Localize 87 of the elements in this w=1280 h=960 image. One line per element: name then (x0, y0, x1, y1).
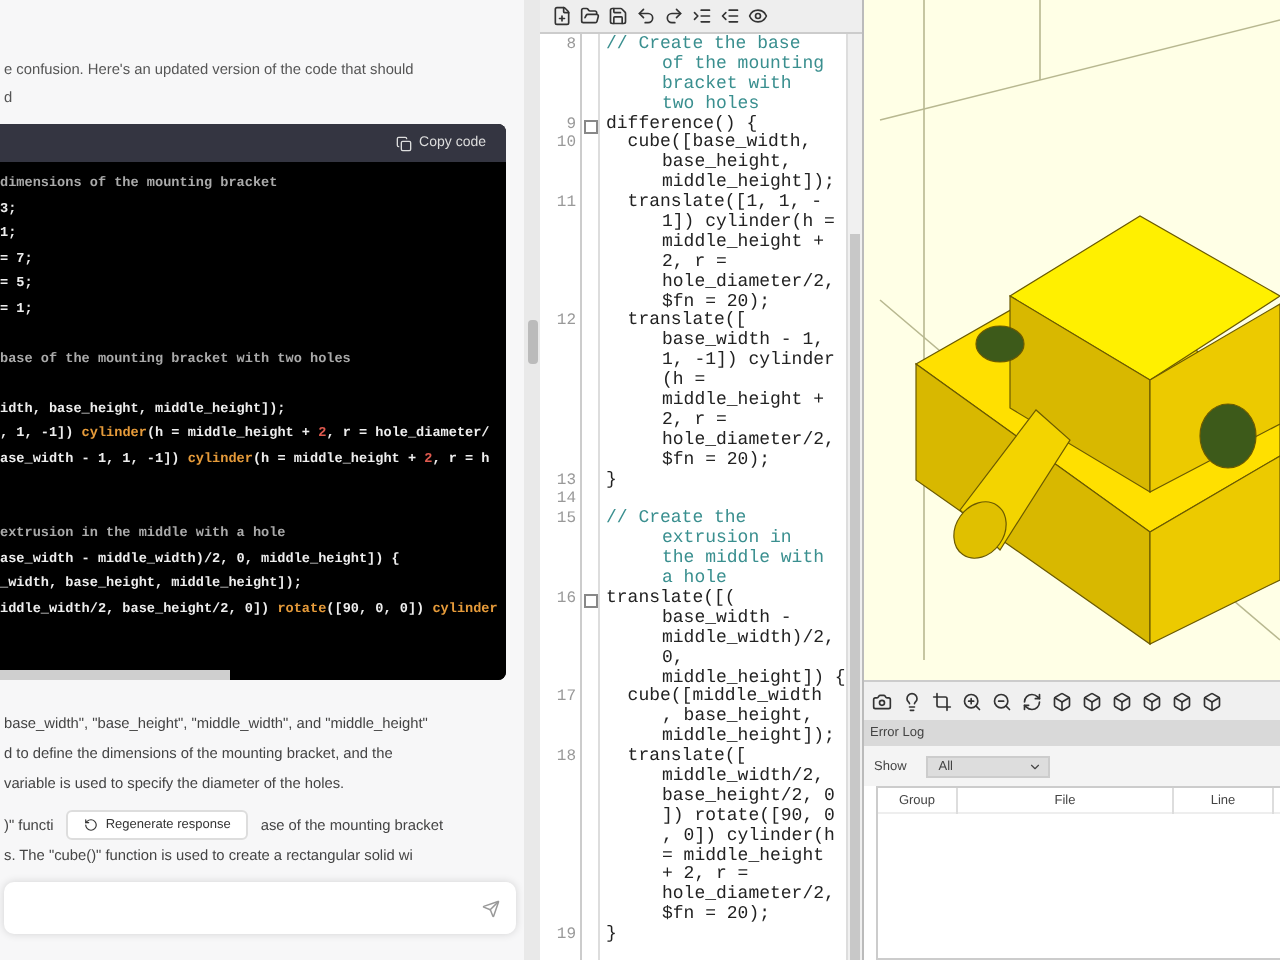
line-number: 8 (564, 36, 578, 56)
cube-icon[interactable] (1172, 691, 1192, 711)
code-line: 1]) cylinder(h = (660, 214, 835, 233)
code-line: $fn = 20); (660, 451, 773, 472)
line-number: 12 (554, 312, 578, 333)
code-line: of the mounting (660, 55, 825, 75)
code-line: cube([base_width, (627, 134, 814, 153)
cube-icon[interactable] (1142, 691, 1162, 711)
code-line: $fn = 20); (660, 906, 773, 927)
code-line: (h = (660, 372, 708, 391)
code-line: middle_height]) { (662, 669, 846, 687)
code-line: 0, (660, 649, 684, 668)
new-file-icon[interactable] (552, 6, 572, 26)
preview-icon[interactable] (748, 6, 768, 26)
indent-icon[interactable] (692, 6, 712, 26)
code-line: cube([middle_width (625, 688, 825, 707)
line-number: 19 (554, 926, 578, 946)
chevron-down-icon (1028, 759, 1043, 773)
code-line: 2, r = (660, 253, 729, 273)
line-number: 15 (554, 510, 578, 531)
code-line: translate([ (625, 748, 749, 767)
code-line: } (606, 926, 617, 946)
code-line: translate([ (625, 312, 749, 331)
message-input-field[interactable] (4, 882, 516, 934)
crop-icon[interactable] (932, 691, 952, 711)
lightbulb-icon[interactable] (902, 691, 922, 711)
code-line: , base_height, (660, 708, 816, 727)
code-line: // Create the base (606, 36, 803, 55)
code-line: middle_height]); (660, 174, 835, 193)
scrollbar-thumb[interactable] (0, 670, 230, 680)
code-line: middle_height]); (660, 728, 835, 747)
code-line: translate([1, 1, - (625, 194, 825, 213)
zoom-in-icon[interactable] (962, 691, 982, 711)
code-line: middle_width/2, (660, 767, 827, 787)
line-number: 10 (554, 134, 578, 155)
code-line: , 0]) cylinder(h (660, 827, 835, 846)
code-line: ]) rotate([90, 0 (660, 807, 835, 827)
camera-icon[interactable] (872, 691, 892, 711)
redo-icon[interactable] (664, 6, 684, 26)
code-line: // Create the (606, 510, 749, 529)
code-line: middle_height + (660, 392, 827, 412)
line-number: 14 (554, 490, 578, 511)
scrollbar-thumb[interactable] (527, 320, 537, 364)
code-line: base_height/2, 0 (660, 787, 835, 807)
line-number: 17 (554, 688, 578, 709)
code-line: middle_width)/2, (660, 629, 837, 650)
code-line: bracket with (660, 75, 794, 95)
fold-marker-icon[interactable] (583, 119, 597, 134)
code-line: two holes (660, 95, 762, 115)
code-line: a hole (660, 570, 729, 589)
code-line: extrusion in (660, 530, 794, 549)
refresh-icon (83, 818, 98, 832)
line-number: 11 (554, 194, 578, 215)
save-icon[interactable] (608, 6, 628, 26)
code-line: hole_diameter/2, (660, 886, 835, 905)
send-icon[interactable] (482, 899, 500, 917)
line-number: 13 (554, 471, 578, 491)
line-number: 9 (564, 115, 578, 135)
code-line: middle_height + (660, 233, 827, 254)
cube-icon[interactable] (1052, 691, 1072, 711)
zoom-out-icon[interactable] (992, 691, 1012, 711)
code-line: 1, -1]) cylinder (660, 352, 835, 371)
cube-icon[interactable] (1202, 691, 1222, 711)
cube-icon[interactable] (1112, 691, 1132, 711)
clipboard-icon (395, 135, 412, 151)
code-line: = middle_height (660, 847, 825, 866)
code-line: hole_diameter/2, (660, 431, 835, 451)
code-line: base_width - (660, 609, 794, 629)
code-line: difference() { (606, 115, 758, 134)
code-line: $fn = 20); (662, 293, 773, 312)
cube-icon[interactable] (1082, 691, 1102, 711)
code-line: hole_diameter/2, (660, 273, 835, 293)
line-number: 18 (554, 748, 578, 768)
code-line: 2, r = (660, 411, 729, 431)
line-number: 16 (554, 589, 578, 610)
code-line: base_width - 1, (660, 332, 827, 351)
code-line: } (606, 471, 617, 491)
reset-view-icon[interactable] (1022, 691, 1042, 711)
code-line: + 2, r = (660, 866, 751, 885)
code-line: base_height, (660, 154, 794, 173)
scrollbar-thumb[interactable] (849, 234, 860, 960)
folder-icon[interactable] (580, 6, 600, 26)
code-line: the middle with (660, 550, 825, 569)
fold-marker-icon[interactable] (583, 593, 597, 608)
undo-icon[interactable] (636, 6, 656, 26)
code-line: translate([( (606, 589, 738, 609)
unindent-icon[interactable] (720, 6, 740, 26)
